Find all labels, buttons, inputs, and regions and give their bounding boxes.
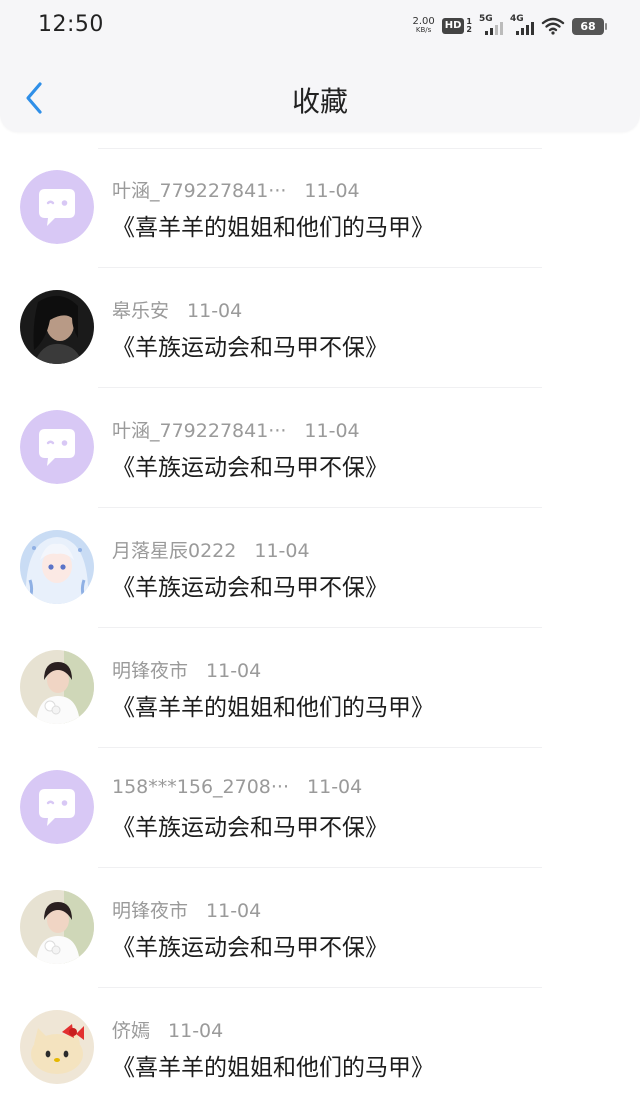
item-username[interactable]: 158***156_2708··· [112,776,289,798]
user-photo-avatar [20,650,94,724]
item-meta: 158***156_2708··· 11-04 [112,776,362,798]
net-speed-unit: KB/s [415,26,432,34]
top-bar: 12:50 2.00 KB/s HD 1 2 5G 4G 68 收藏 [0,0,640,132]
item-date: 11-04 [168,1020,224,1042]
net-speed: 2.00 KB/s [412,17,434,35]
list-item[interactable]: 月落星辰0222 11-04 《羊族运动会和马甲不保》 [0,492,640,612]
item-meta: 叶涵_779227841··· 11-04 [112,176,360,203]
item-title[interactable]: 《喜羊羊的姐姐和他们的马甲》 [112,1048,434,1082]
list-item[interactable]: 明锋夜市 11-04 《羊族运动会和马甲不保》 [0,852,640,972]
item-meta: 月落星辰0222 11-04 [112,536,310,563]
item-title[interactable]: 《喜羊羊的姐姐和他们的马甲》 [112,688,434,722]
default-avatar-icon [20,770,94,844]
list-item[interactable]: 158***156_2708··· 11-04 《羊族运动会和马甲不保》 [0,732,640,852]
item-username[interactable]: 叶涵_779227841··· [112,180,286,202]
item-date: 11-04 [304,180,360,202]
list-item[interactable]: 叶涵_779227841··· 11-04 《喜羊羊的姐姐和他们的马甲》 [0,132,640,252]
item-date: 11-04 [206,660,262,682]
avatar[interactable] [20,170,94,244]
item-title[interactable]: 《羊族运动会和马甲不保》 [112,448,388,482]
item-date: 11-04 [304,420,360,442]
avatar[interactable] [20,530,94,604]
user-photo-avatar [20,890,94,964]
item-title[interactable]: 《羊族运动会和马甲不保》 [112,808,388,842]
item-meta: 侪嫣 11-04 [112,1016,223,1043]
item-date: 11-04 [206,900,262,922]
avatar[interactable] [20,770,94,844]
item-title[interactable]: 《羊族运动会和马甲不保》 [112,928,388,962]
item-date: 11-04 [307,776,363,798]
list-item[interactable]: 皋乐安 11-04 《羊族运动会和马甲不保》 [0,252,640,372]
item-title[interactable]: 《羊族运动会和马甲不保》 [112,568,388,602]
avatar[interactable] [20,1010,94,1084]
signal-4g-icon: 4G [510,14,534,35]
item-date: 11-04 [254,540,310,562]
item-meta: 明锋夜市 11-04 [112,656,261,683]
default-avatar-icon [20,170,94,244]
list-item[interactable]: 明锋夜市 11-04 《喜羊羊的姐姐和他们的马甲》 [0,612,640,732]
item-meta: 明锋夜市 11-04 [112,896,261,923]
wifi-icon [541,17,565,35]
net-speed-value: 2.00 [412,16,435,27]
item-username[interactable]: 明锋夜市 [112,660,188,682]
item-date: 11-04 [187,300,243,322]
item-username[interactable]: 侪嫣 [112,1020,150,1042]
item-username[interactable]: 月落星辰0222 [112,540,236,562]
hd-sub-2: 2 [466,25,472,34]
item-title[interactable]: 《羊族运动会和马甲不保》 [112,328,388,362]
item-username[interactable]: 皋乐安 [112,300,169,322]
avatar[interactable] [20,290,94,364]
page-title: 收藏 [291,85,348,118]
status-bar: 12:50 2.00 KB/s HD 1 2 5G 4G 68 [0,0,640,52]
user-photo-avatar [20,290,94,364]
item-username[interactable]: 叶涵_779227841··· [112,420,286,442]
default-avatar-icon [20,410,94,484]
signal-5g-icon: 5G [479,14,503,35]
hd-icon: HD [441,18,465,34]
anime-avatar [20,530,94,604]
item-meta: 皋乐安 11-04 [112,296,242,323]
list-item[interactable]: 侪嫣 11-04 《喜羊羊的姐姐和他们的马甲》 [0,972,640,1092]
list-item[interactable]: 叶涵_779227841··· 11-04 《羊族运动会和马甲不保》 [0,372,640,492]
hello-kitty-avatar [20,1010,94,1084]
battery-icon: 68 [572,17,607,35]
item-username[interactable]: 明锋夜市 [112,900,188,922]
status-time: 12:50 [38,12,104,37]
item-meta: 叶涵_779227841··· 11-04 [112,416,360,443]
avatar[interactable] [20,410,94,484]
hd-sim-indicator: 1 2 [466,18,472,34]
avatar[interactable] [20,890,94,964]
item-title[interactable]: 《喜羊羊的姐姐和他们的马甲》 [112,208,434,242]
avatar[interactable] [20,650,94,724]
status-icons: 2.00 KB/s HD 1 2 5G 4G 68 [412,13,607,39]
